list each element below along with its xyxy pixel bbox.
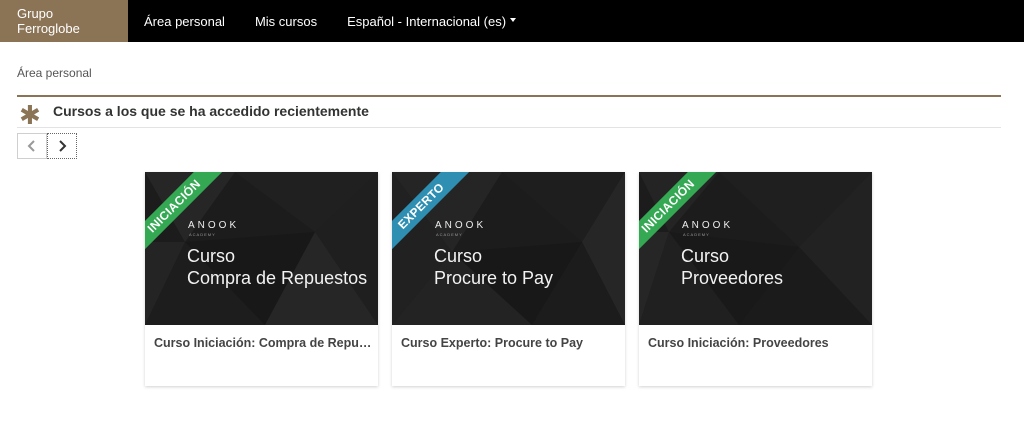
nav-mis-cursos[interactable]: Mis cursos (240, 0, 332, 42)
course-image[interactable]: EXPERTO ANOOK ACADEMY Curso Procure to P… (392, 172, 625, 325)
asterisk-icon: ✱ (19, 100, 41, 130)
image-line-2: Compra de Repuestos (187, 268, 368, 288)
top-navbar: Grupo Ferroglobe Área personal Mis curso… (0, 0, 1024, 42)
course-card[interactable]: INICIACIÓN ANOOK ACADEMY Curso Compra de… (145, 172, 378, 386)
course-image[interactable]: INICIACIÓN ANOOK ACADEMY Curso Proveedor… (639, 172, 872, 325)
image-line-1: Curso (681, 246, 730, 266)
language-label: Español - Internacional (es) (347, 13, 507, 29)
course-image[interactable]: INICIACIÓN ANOOK ACADEMY Curso Compra de… (145, 172, 378, 325)
section-title: Cursos a los que se ha accedido reciente… (53, 103, 369, 119)
chevron-right-icon (59, 140, 67, 152)
image-line-2: Proveedores (681, 268, 784, 288)
anook-logo: ANOOK (682, 220, 734, 231)
carousel-pager (17, 133, 77, 159)
course-cards: INICIACIÓN ANOOK ACADEMY Curso Compra de… (145, 172, 872, 386)
recent-courses-header: ✱ Cursos a los que se ha accedido recien… (17, 97, 1001, 128)
course-title[interactable]: Curso Iniciación: Compra de Repuestos (154, 336, 374, 350)
language-dropdown[interactable]: Español - Internacional (es) (332, 0, 531, 42)
breadcrumb[interactable]: Área personal (17, 66, 92, 80)
image-line-2: Procure to Pay (434, 268, 554, 288)
image-line-1: Curso (434, 246, 483, 266)
course-title[interactable]: Curso Iniciación: Proveedores (648, 336, 868, 350)
image-line-1: Curso (187, 246, 236, 266)
course-card[interactable]: EXPERTO ANOOK ACADEMY Curso Procure to P… (392, 172, 625, 386)
prev-button[interactable] (17, 133, 47, 159)
anook-logo-sub: ACADEMY (683, 232, 710, 237)
chevron-left-icon (27, 140, 35, 152)
nav-area-personal[interactable]: Área personal (128, 0, 240, 42)
next-button[interactable] (47, 133, 77, 159)
caret-down-icon (510, 18, 517, 22)
anook-logo-sub: ACADEMY (189, 232, 216, 237)
anook-logo-sub: ACADEMY (436, 232, 463, 237)
course-card[interactable]: INICIACIÓN ANOOK ACADEMY Curso Proveedor… (639, 172, 872, 386)
course-title[interactable]: Curso Experto: Procure to Pay (401, 336, 621, 350)
brand-link[interactable]: Grupo Ferroglobe (0, 0, 128, 42)
anook-logo: ANOOK (188, 220, 240, 231)
anook-logo: ANOOK (435, 220, 487, 231)
